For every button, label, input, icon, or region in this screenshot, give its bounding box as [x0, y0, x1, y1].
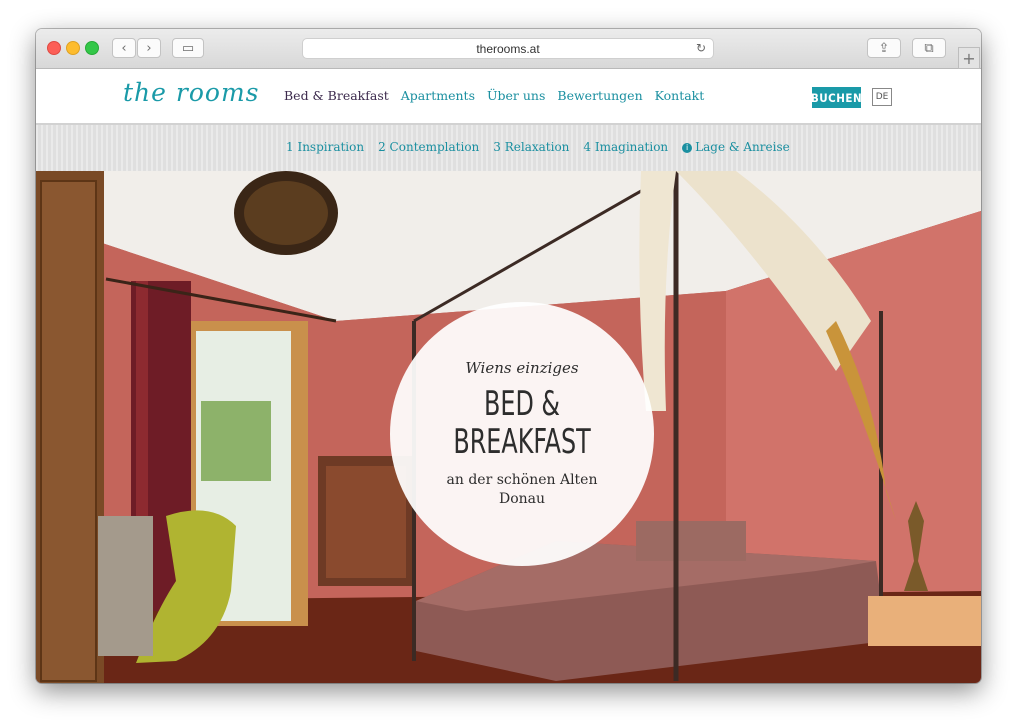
sub-navigation-band: 1 Inspiration 2 Contemplation 3 Relaxati… — [36, 123, 981, 173]
forward-button[interactable]: › — [137, 38, 161, 58]
maximize-window-button[interactable] — [85, 41, 99, 55]
sidebar-toggle-button[interactable]: ▭ — [172, 38, 204, 58]
minimize-window-button[interactable] — [66, 41, 80, 55]
nav-item-bewertungen[interactable]: Bewertungen — [557, 88, 642, 103]
reload-icon[interactable]: ↻ — [696, 41, 706, 55]
hero-headline-line-1: BED & — [483, 384, 561, 424]
book-button[interactable]: BUCHEN — [811, 87, 862, 108]
subnav-item-location[interactable]: i Lage & Anreise — [682, 140, 790, 154]
browser-toolbar: ‹ › ▭ therooms.at ↻ ⇪ ⧉ — [36, 29, 981, 69]
new-tab-button[interactable]: + — [958, 47, 980, 69]
sidebar-icon: ▭ — [181, 40, 195, 56]
subnav-item-contemplation[interactable]: 2 Contemplation — [378, 140, 479, 154]
hero-headline-line-2: BREAKFAST — [453, 422, 591, 462]
forward-icon: › — [146, 40, 152, 56]
nav-item-ueber-uns[interactable]: Über uns — [487, 88, 545, 103]
hero-subline: an der schönen Alten Donau — [446, 472, 598, 507]
address-bar[interactable]: therooms.at ↻ — [302, 38, 714, 59]
hero-intro-text: Wiens einziges — [465, 359, 579, 377]
site-header: the rooms Bed & Breakfast Apartments Übe… — [36, 69, 981, 123]
location-label: Lage & Anreise — [695, 140, 790, 154]
site-logo[interactable]: the rooms — [123, 78, 259, 107]
hero-headline: BED & BREAKFAST — [453, 385, 590, 461]
plus-icon: + — [962, 48, 976, 68]
close-window-button[interactable] — [47, 41, 61, 55]
main-navigation: Bed & Breakfast Apartments Über uns Bewe… — [284, 88, 704, 103]
back-button[interactable]: ‹ — [112, 38, 136, 58]
language-switch[interactable]: DE — [872, 88, 892, 106]
hero-headline-circle: Wiens einziges BED & BREAKFAST an der sc… — [390, 302, 654, 566]
subnav-item-relaxation[interactable]: 3 Relaxation — [493, 140, 569, 154]
nav-item-kontakt[interactable]: Kontakt — [655, 88, 705, 103]
sub-navigation: 1 Inspiration 2 Contemplation 3 Relaxati… — [286, 140, 790, 154]
share-button[interactable]: ⇪ — [867, 38, 901, 58]
back-icon: ‹ — [121, 40, 127, 56]
tabs-icon: ⧉ — [924, 40, 934, 56]
nav-item-bed-and-breakfast[interactable]: Bed & Breakfast — [284, 88, 389, 103]
subnav-item-imagination[interactable]: 4 Imagination — [583, 140, 668, 154]
nav-item-apartments[interactable]: Apartments — [401, 88, 475, 103]
info-icon: i — [682, 143, 693, 153]
share-icon: ⇪ — [878, 40, 890, 56]
subnav-item-inspiration[interactable]: 1 Inspiration — [286, 140, 364, 154]
tabs-overview-button[interactable]: ⧉ — [912, 38, 946, 58]
hero-image: Wiens einziges BED & BREAKFAST an der sc… — [36, 171, 981, 683]
url-text: therooms.at — [476, 41, 540, 56]
browser-window: ‹ › ▭ therooms.at ↻ ⇪ ⧉ the rooms Bed & … — [36, 29, 981, 683]
